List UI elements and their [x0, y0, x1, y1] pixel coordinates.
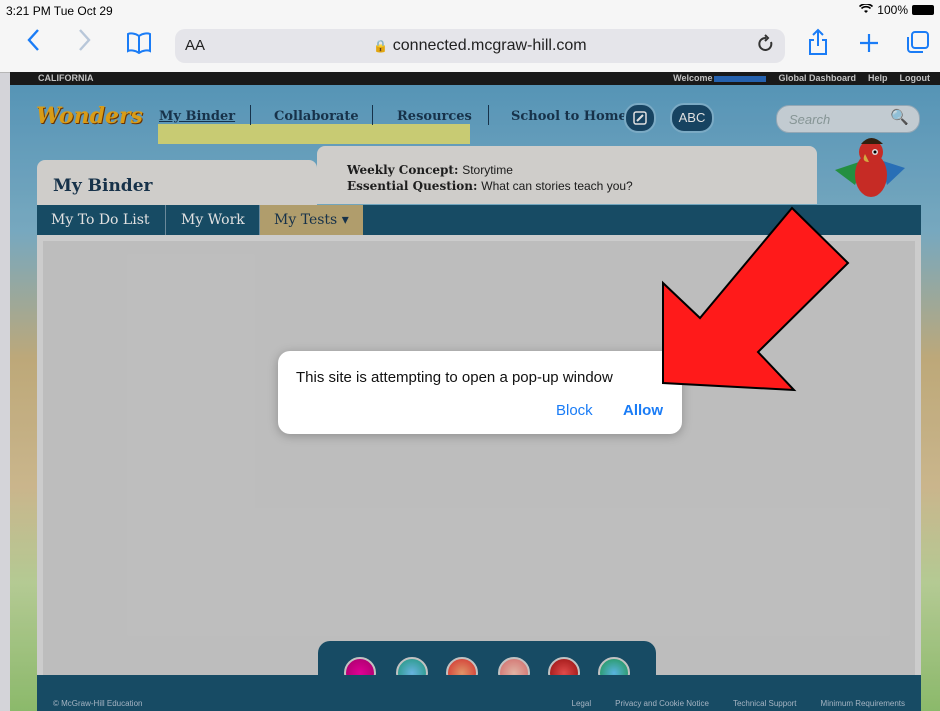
browser-toolbar: AA 🔒 connected.mcgraw-hill.com — [0, 22, 940, 73]
url-text: connected.mcgraw-hill.com — [392, 37, 587, 54]
reload-button[interactable] — [757, 34, 775, 59]
status-right: 100% — [859, 3, 934, 17]
back-button[interactable] — [26, 28, 40, 58]
share-icon — [809, 28, 827, 55]
plus-icon — [860, 34, 878, 52]
chevron-left-icon — [27, 29, 39, 51]
tabs-button[interactable] — [906, 30, 930, 60]
chevron-right-icon — [79, 29, 91, 51]
lock-icon: 🔒 — [373, 39, 389, 53]
status-bar: 3:21 PM Tue Oct 29 100% — [0, 0, 940, 22]
share-button[interactable] — [808, 28, 828, 62]
reload-icon — [758, 34, 773, 51]
allow-button[interactable]: Allow — [623, 402, 663, 419]
bookmarks-button[interactable] — [126, 30, 152, 60]
wifi-icon — [859, 3, 874, 17]
popup-blocker-dialog: This site is attempting to open a pop-up… — [278, 351, 682, 434]
new-tab-button[interactable] — [858, 30, 880, 60]
block-button[interactable]: Block — [556, 402, 593, 419]
book-icon — [127, 32, 151, 55]
tabs-icon — [907, 31, 929, 53]
battery-icon — [912, 5, 934, 15]
forward-button[interactable] — [78, 28, 92, 58]
dialog-message: This site is attempting to open a pop-up… — [296, 369, 613, 386]
url-field[interactable]: 🔒 connected.mcgraw-hill.com — [175, 37, 785, 55]
battery-percent: 100% — [877, 3, 908, 17]
address-bar[interactable]: AA 🔒 connected.mcgraw-hill.com — [175, 29, 785, 63]
status-time: 3:21 PM Tue Oct 29 — [6, 4, 113, 18]
